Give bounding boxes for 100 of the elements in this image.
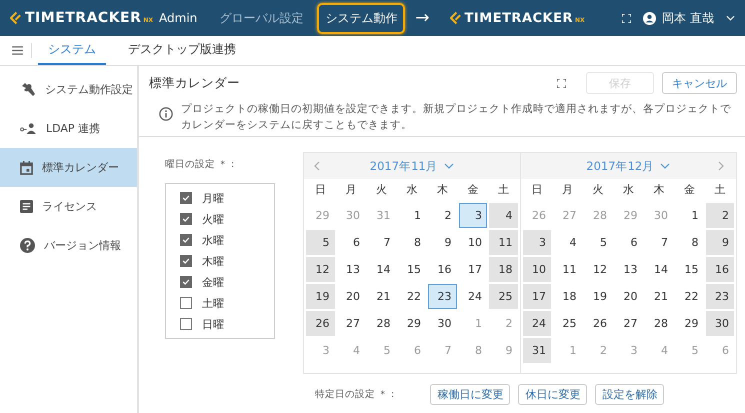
calendar-day[interactable]: 22 (398, 284, 426, 309)
calendar-day[interactable]: 6 (614, 230, 642, 255)
calendar-day[interactable]: 11 (489, 230, 518, 255)
calendar-day[interactable]: 18 (489, 257, 518, 282)
calendar-day[interactable]: 19 (306, 284, 334, 309)
calendar-day[interactable]: 25 (489, 284, 518, 309)
info-text: プロジェクトの稼働日の初期値を設定できます。新規プロジェクト作成時で適用されますが、各プロジェクトでカレンダーをシステムに戻すこともできます。 (181, 102, 732, 133)
calendar-day[interactable]: 26 (584, 311, 612, 336)
calendar-day[interactable]: 17 (458, 257, 487, 282)
calendar-day[interactable]: 14 (367, 257, 396, 282)
calendar-day[interactable]: 22 (675, 284, 704, 309)
weekday-header: 日 (314, 182, 327, 198)
date-action-button[interactable]: 設定を解除 (595, 384, 664, 405)
calendar-day[interactable]: 11 (553, 257, 582, 282)
calendar-day[interactable]: 7 (367, 230, 396, 255)
calendar-day[interactable]: 3 (522, 230, 551, 255)
calendar-day[interactable]: 4 (553, 230, 582, 255)
calendar-day[interactable]: 30 (706, 311, 734, 336)
calendar-day[interactable]: 24 (458, 284, 487, 309)
sidebar-item[interactable]: ライセンス (0, 187, 137, 226)
nav-link[interactable]: システム動作 (317, 2, 406, 34)
calendar-day[interactable]: 2 (706, 203, 734, 228)
calendar-day[interactable]: 10 (522, 257, 551, 282)
calendar-day[interactable]: 18 (553, 284, 582, 309)
calendar-day[interactable]: 5 (306, 230, 334, 255)
calendar-day[interactable]: 16 (428, 257, 456, 282)
tab[interactable]: システム (38, 36, 106, 65)
sidebar-item[interactable]: バージョン情報 (0, 226, 137, 265)
calendar-day[interactable]: 2 (428, 203, 456, 228)
calendar-day[interactable]: 21 (644, 284, 673, 309)
calendar-day[interactable]: 5 (584, 230, 612, 255)
weekday-name: 月曜 (202, 190, 224, 206)
calendar-day[interactable]: 29 (675, 311, 704, 336)
fullscreen-icon[interactable] (557, 78, 566, 88)
weekday-name: 土曜 (202, 296, 224, 310)
calendar-day[interactable]: 12 (306, 257, 334, 282)
help-icon (20, 238, 35, 253)
calendar-day[interactable]: 9 (428, 230, 456, 255)
tab[interactable]: デスクトップ版連携 (118, 36, 246, 65)
calendar-day[interactable]: 21 (367, 284, 396, 309)
calendar-day[interactable]: 4 (489, 203, 518, 228)
checkbox[interactable] (180, 192, 192, 204)
checkbox[interactable] (180, 213, 192, 225)
calendar-day[interactable]: 14 (644, 257, 673, 282)
calendar-day[interactable]: 28 (367, 311, 396, 336)
calendar-day[interactable]: 23 (428, 284, 456, 309)
calendar-day[interactable]: 27 (336, 311, 365, 336)
calendar-day[interactable]: 16 (706, 257, 734, 282)
calendar-day[interactable]: 7 (644, 230, 673, 255)
date-action-button[interactable]: 休日に変更 (518, 384, 588, 405)
checkbox[interactable] (180, 297, 192, 309)
calendar-day[interactable]: 15 (398, 257, 426, 282)
checkmark-icon (182, 236, 190, 244)
calendar-day[interactable]: 13 (336, 257, 365, 282)
user-link-icon (20, 123, 37, 134)
calendar-day[interactable]: 20 (336, 284, 365, 309)
calendar-day[interactable]: 24 (522, 311, 551, 336)
product-name: Admin (159, 11, 198, 25)
calendar-day[interactable]: 10 (458, 230, 487, 255)
calendar-day[interactable]: 8 (398, 230, 426, 255)
checkbox[interactable] (180, 234, 192, 246)
sidebar-item[interactable]: システム動作設定 (0, 70, 137, 109)
arrow: → (415, 8, 430, 28)
calendar-day[interactable]: 30 (428, 311, 456, 336)
sidebar-item[interactable]: LDAP 連携 (0, 109, 137, 148)
checkbox[interactable] (180, 255, 192, 267)
calendar-day[interactable]: 15 (675, 257, 704, 282)
checkbox[interactable] (180, 276, 192, 288)
calendar-day[interactable]: 23 (706, 284, 734, 309)
user-name[interactable]: 岡本 直哉 (662, 10, 714, 26)
weekday-header: 木 (652, 182, 666, 198)
calendar-day[interactable]: 6 (336, 230, 365, 255)
weekday-name: 木曜 (202, 254, 224, 268)
calendar-day[interactable]: 29 (398, 311, 426, 336)
calendar-day[interactable]: 12 (584, 257, 612, 282)
calendar-day[interactable]: 26 (306, 311, 334, 336)
calendar-day[interactable]: 31 (522, 338, 551, 363)
checkbox[interactable] (180, 318, 192, 330)
nav-link[interactable]: グローバル設定 (211, 2, 312, 34)
calendar-day[interactable]: 3 (458, 203, 487, 228)
logo-mark-icon (10, 11, 21, 25)
calendar-day[interactable]: 25 (553, 311, 582, 336)
weekday-name: 金曜 (202, 274, 224, 290)
menu-icon[interactable] (12, 46, 23, 55)
weekday-header: 日 (530, 182, 544, 198)
panel-button[interactable]: キャンセル (662, 72, 737, 94)
calendar-day[interactable]: 8 (675, 230, 704, 255)
calendar-day[interactable]: 27 (614, 311, 642, 336)
calendar-day[interactable]: 1 (398, 203, 426, 228)
calendar-day[interactable]: 28 (644, 311, 673, 336)
calendar-day[interactable]: 13 (614, 257, 642, 282)
calendar-day[interactable]: 9 (706, 230, 734, 255)
date-action-button[interactable]: 稼働日に変更 (430, 384, 510, 405)
calendar-day[interactable]: 20 (614, 284, 642, 309)
weekday-header: 木 (436, 182, 449, 198)
weekday-header: 金 (466, 182, 480, 198)
calendar-day[interactable]: 17 (522, 284, 551, 309)
sidebar-item[interactable]: 標準カレンダー (0, 148, 137, 187)
calendar-day[interactable]: 1 (675, 203, 704, 228)
calendar-day[interactable]: 19 (584, 284, 612, 309)
